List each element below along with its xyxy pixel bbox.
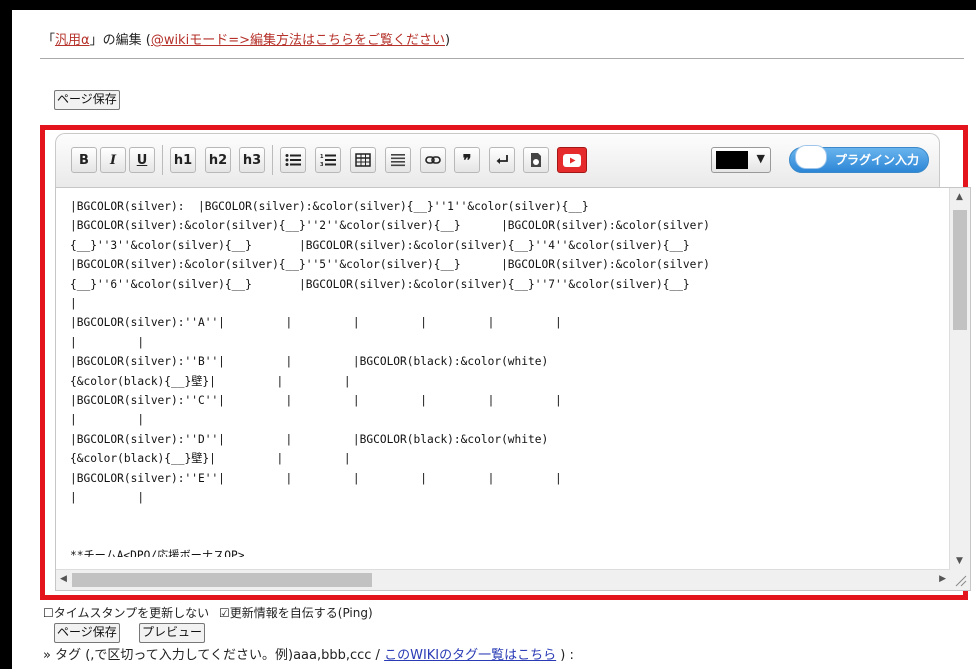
plugin-input-label: プラグイン入力 [834, 153, 919, 167]
scroll-up-icon[interactable]: ▲ [956, 192, 963, 202]
title-middle: 」の編集 ( [89, 33, 151, 48]
vertical-scroll-thumb[interactable] [953, 210, 967, 330]
title-bracket-close: ) [444, 33, 451, 48]
h1-button[interactable]: h1 [170, 147, 196, 173]
horizontal-scroll-thumb[interactable] [72, 573, 372, 587]
wiki-source-textarea[interactable]: |BGCOLOR(silver): |BGCOLOR(silver):&colo… [55, 187, 971, 591]
editor-toolbar: B I U h1 h2 h3 13 ❞ ▼ プラグイン入力 [55, 133, 940, 188]
color-picker[interactable]: ▼ [711, 147, 771, 173]
resize-grip-icon[interactable] [950, 570, 970, 590]
youtube-icon[interactable] [557, 147, 587, 173]
underline-button[interactable]: U [129, 147, 155, 173]
tags-instructions: » タグ (,で区切って入力してください。例)aaa,bbb,ccc / [43, 648, 380, 663]
scroll-down-icon[interactable]: ▼ [956, 556, 963, 566]
page-name-link[interactable]: 汎用α [55, 33, 90, 48]
bold-button[interactable]: B [71, 147, 97, 173]
chevron-down-icon: ▼ [756, 152, 765, 165]
help-link[interactable]: @wikiモード=>編集方法はこちらをご覧ください [151, 33, 445, 48]
toolbar-separator [272, 145, 273, 175]
speech-bubble-icon [795, 145, 827, 169]
italic-button[interactable]: I [100, 147, 126, 173]
horizontal-rule-icon[interactable] [385, 147, 411, 173]
plugin-input-button[interactable]: プラグイン入力 [789, 145, 929, 173]
vertical-scrollbar[interactable]: ▲ ▼ [949, 188, 970, 570]
h3-button[interactable]: h3 [239, 147, 265, 173]
quote-icon[interactable]: ❞ [454, 147, 480, 173]
scroll-left-icon[interactable]: ◀ [60, 574, 67, 584]
title-bracket-open: 「 [42, 33, 56, 48]
ping-checkbox[interactable]: ☑ [219, 606, 230, 620]
timestamp-checkbox[interactable]: ☐ [43, 606, 54, 620]
ping-label: 更新情報を自伝する(Ping) [229, 606, 373, 620]
page-title: 「汎用α」の編集 (@wikiモード=>編集方法はこちらをご覧ください) [42, 29, 450, 48]
color-swatch [716, 151, 748, 169]
save-button-top[interactable]: ページ保存 [54, 90, 120, 110]
editor-content: |BGCOLOR(silver): |BGCOLOR(silver):&colo… [70, 200, 710, 557]
toolbar-separator [162, 145, 163, 175]
tag-list-link[interactable]: このWIKIのタグ一覧はこちら [384, 648, 556, 663]
h2-button[interactable]: h2 [205, 147, 231, 173]
horizontal-scrollbar[interactable]: ◀ ▶ [56, 569, 950, 590]
link-icon[interactable] [420, 147, 446, 173]
line-break-icon[interactable] [489, 147, 515, 173]
bullet-list-icon[interactable] [280, 147, 306, 173]
tags-row: » タグ (,で区切って入力してください。例)aaa,bbb,ccc / このW… [43, 644, 574, 663]
svg-text:1: 1 [320, 154, 324, 160]
table-icon[interactable] [350, 147, 376, 173]
divider [40, 58, 964, 59]
image-file-icon[interactable] [523, 147, 549, 173]
numbered-list-icon[interactable]: 13 [315, 147, 341, 173]
scroll-right-icon[interactable]: ▶ [939, 574, 946, 584]
tags-suffix: ) : [560, 648, 574, 663]
svg-text:3: 3 [320, 162, 324, 167]
preview-button[interactable]: プレビュー [139, 623, 206, 643]
timestamp-label: タイムスタンプを更新しない [53, 606, 210, 620]
save-button[interactable]: ページ保存 [54, 623, 120, 643]
options-row: ☐タイムスタンプを更新しない ☑更新情報を自伝する(Ping) [43, 604, 373, 621]
